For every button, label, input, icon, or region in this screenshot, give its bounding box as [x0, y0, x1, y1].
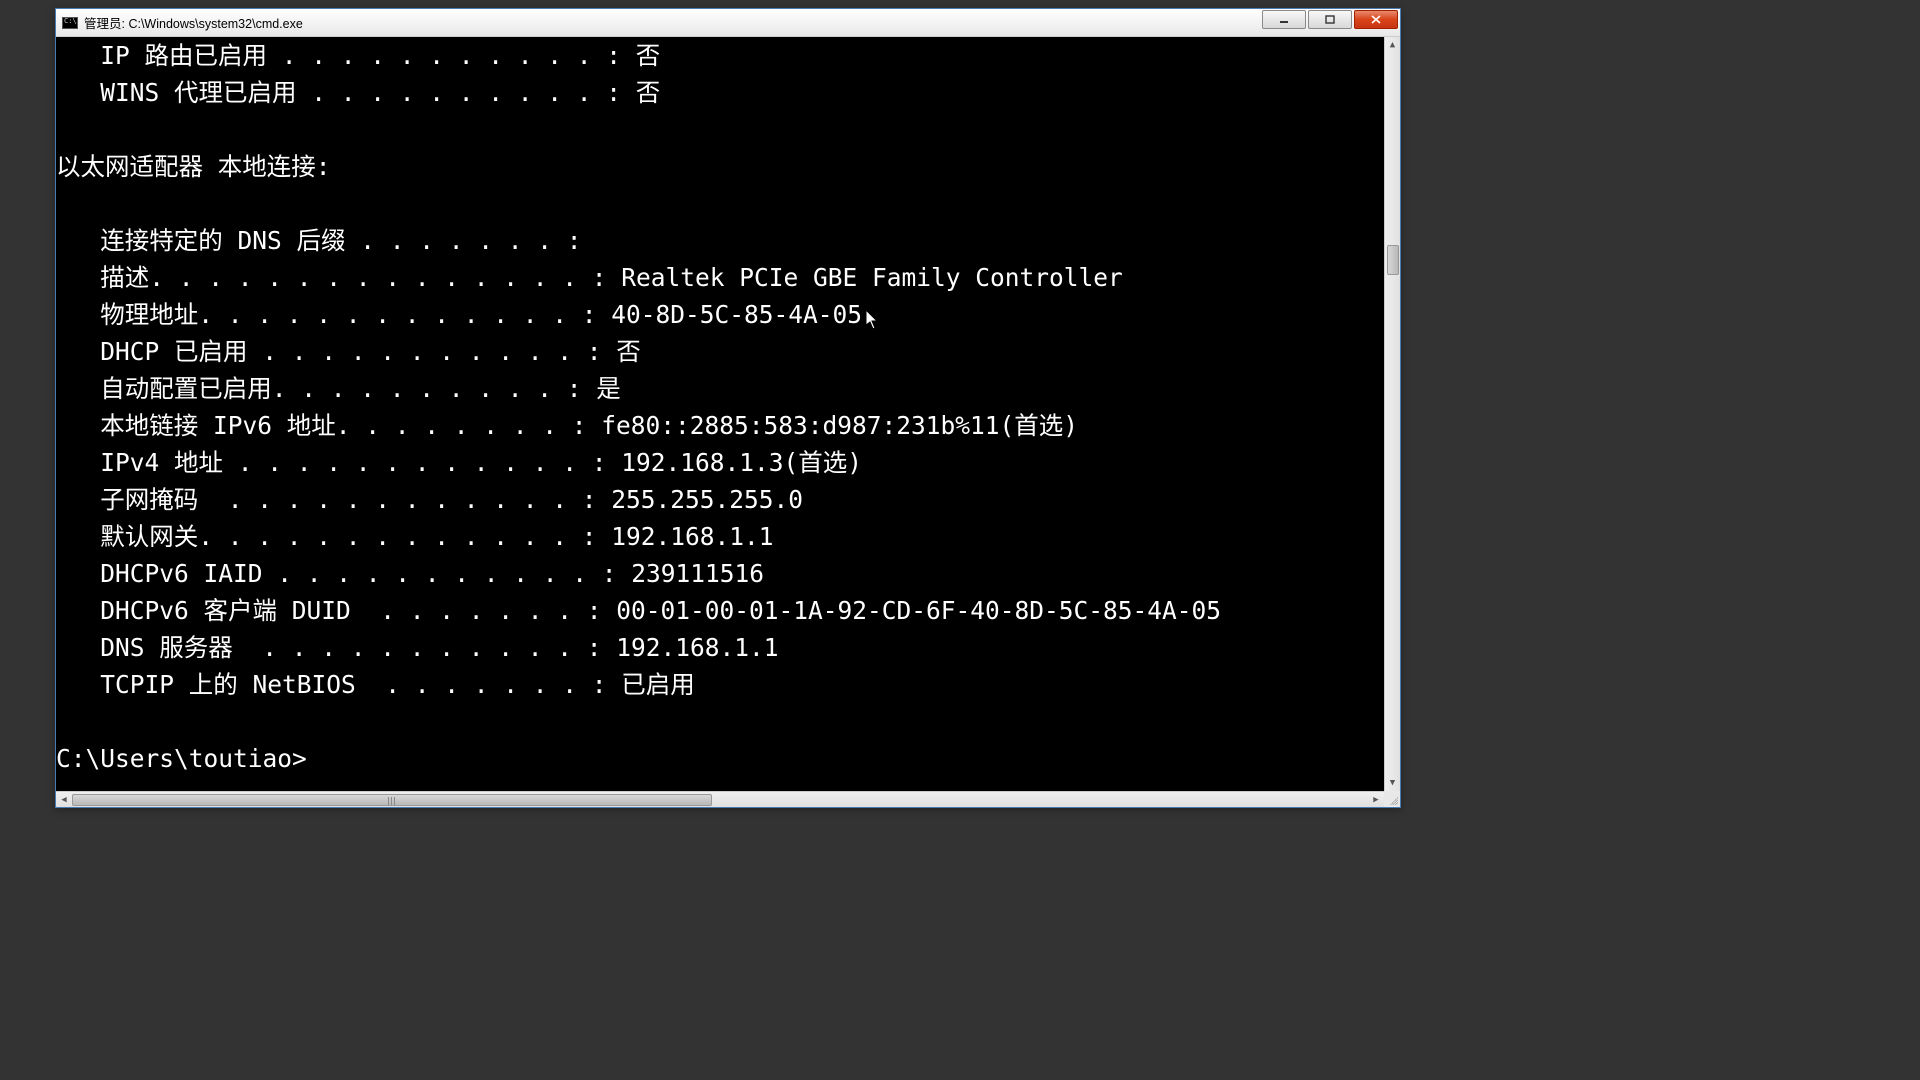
scroll-down-button[interactable]: ▼	[1385, 775, 1400, 791]
titlebar[interactable]: 管理员: C:\Windows\system32\cmd.exe	[56, 9, 1400, 37]
scroll-right-button[interactable]: ▶	[1368, 792, 1384, 807]
horizontal-scroll-thumb[interactable]	[72, 794, 712, 806]
terminal-output: IP 路由已启用 . . . . . . . . . . . : 否 WINS …	[56, 37, 1384, 777]
minimize-button[interactable]	[1262, 10, 1306, 29]
window-controls	[1262, 9, 1398, 36]
horizontal-scrollbar[interactable]: ◀ ▶	[56, 791, 1384, 807]
resize-grip[interactable]	[1384, 791, 1400, 807]
maximize-icon	[1325, 15, 1335, 24]
window-title: 管理员: C:\Windows\system32\cmd.exe	[84, 13, 1262, 32]
close-icon	[1371, 15, 1381, 24]
cmd-icon	[62, 17, 78, 29]
minimize-icon	[1279, 16, 1289, 24]
maximize-button[interactable]	[1308, 10, 1352, 29]
close-button[interactable]	[1354, 10, 1398, 29]
cmd-window: 管理员: C:\Windows\system32\cmd.exe IP 路由已启…	[55, 8, 1401, 808]
terminal-body[interactable]: IP 路由已启用 . . . . . . . . . . . : 否 WINS …	[56, 37, 1384, 791]
vertical-scrollbar[interactable]: ▲ ▼	[1384, 37, 1400, 791]
scroll-left-button[interactable]: ◀	[56, 792, 72, 807]
scroll-up-button[interactable]: ▲	[1385, 37, 1400, 53]
vertical-scroll-thumb[interactable]	[1387, 245, 1399, 275]
